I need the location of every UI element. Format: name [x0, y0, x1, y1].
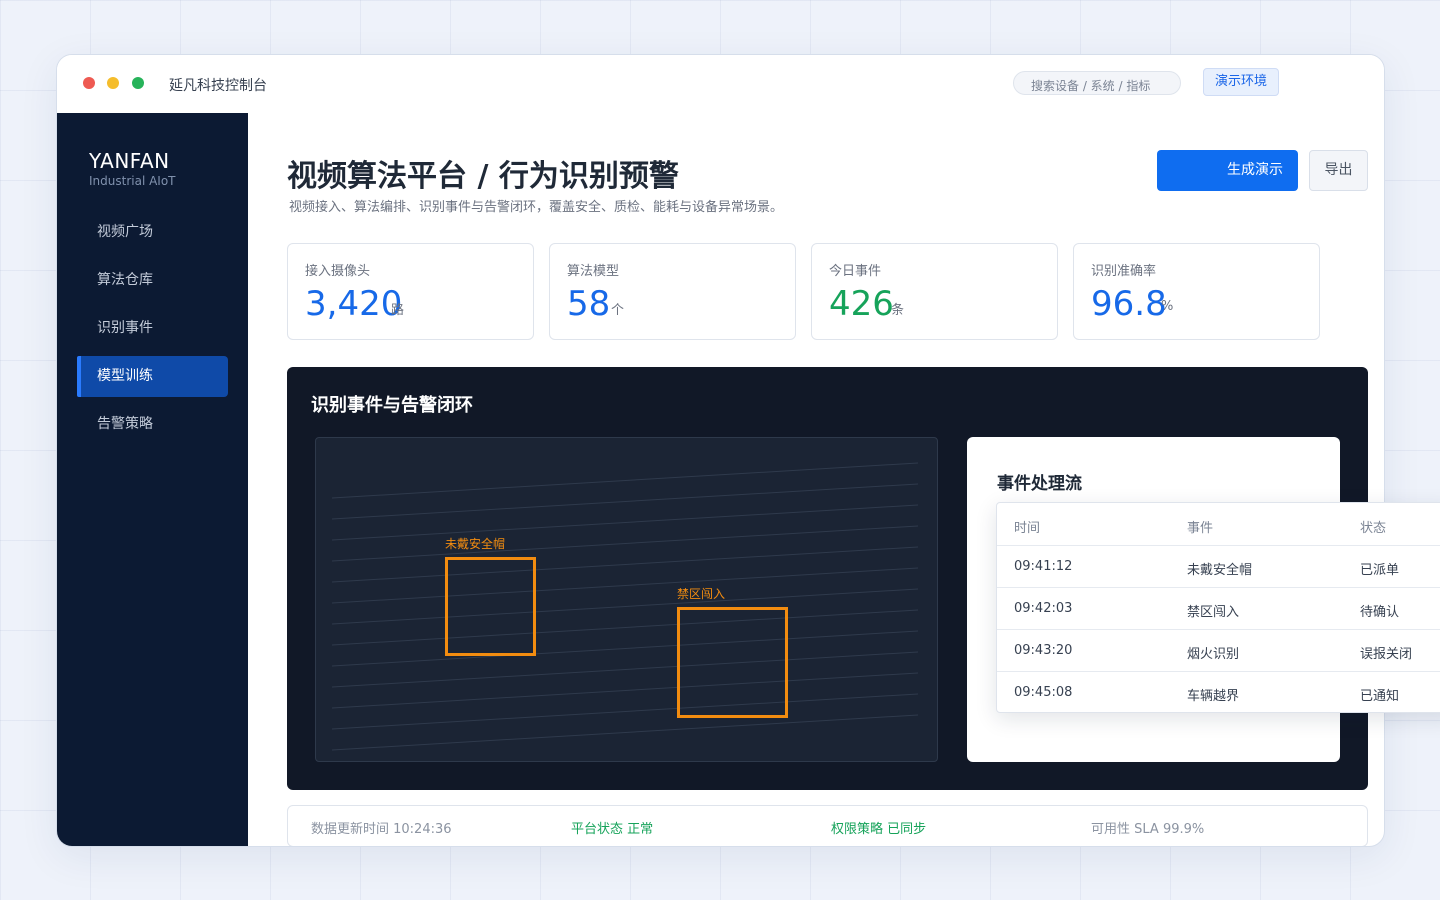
minimize-window-button[interactable] — [107, 77, 119, 89]
kpi-card-events: 今日事件 426 条 — [811, 243, 1058, 340]
table-row[interactable]: 09:43:20 烟火识别 误报关闭 — [997, 629, 1440, 671]
data-updated-time: 数据更新时间 10:24:36 — [311, 822, 452, 837]
video-preview[interactable]: 未戴安全帽 禁区闯入 — [315, 437, 938, 762]
kpi-label: 接入摄像头 — [305, 264, 371, 279]
maximize-window-button[interactable] — [132, 77, 144, 89]
cell-time: 09:41:12 — [1014, 559, 1073, 574]
kpi-value: 426 — [829, 284, 894, 324]
sidebar-item-model-training[interactable]: 模型训练 — [77, 356, 228, 397]
page-title: 视频算法平台 / 行为识别预警 — [287, 159, 679, 194]
sidebar-item-video-square[interactable]: 视频广场 — [77, 212, 228, 253]
title-bar: 延凡科技控制台 搜索设备 / 系统 / 指标 演示环境 — [57, 55, 1384, 113]
search-input[interactable]: 搜索设备 / 系统 / 指标 — [1013, 71, 1181, 95]
platform-status: 平台状态 正常 — [571, 822, 654, 837]
app-title: 延凡科技控制台 — [169, 78, 267, 94]
cell-event: 禁区闯入 — [1187, 605, 1240, 620]
status-footer: 数据更新时间 10:24:36 平台状态 正常 权限策略 已同步 可用性 SLA… — [287, 805, 1368, 846]
event-table: 时间 事件 状态 09:41:12 未戴安全帽 已派单 09:42:03 禁区闯… — [996, 502, 1440, 713]
kpi-card-models: 算法模型 58 个 — [549, 243, 796, 340]
table-row[interactable]: 09:45:08 车辆越界 已通知 — [997, 671, 1440, 712]
column-header-time: 时间 — [1014, 521, 1041, 536]
column-header-status: 状态 — [1360, 521, 1387, 536]
cell-time: 09:42:03 — [1014, 601, 1073, 616]
cell-status: 已派单 — [1360, 563, 1400, 578]
brand-subtitle: Industrial AIoT — [89, 174, 176, 188]
kpi-unit: % — [1161, 299, 1174, 314]
table-row[interactable]: 09:42:03 禁区闯入 待确认 — [997, 587, 1440, 629]
page-subtitle: 视频接入、算法编排、识别事件与告警闭环，覆盖安全、质检、能耗与设备异常场景。 — [289, 200, 784, 215]
cell-time: 09:45:08 — [1014, 685, 1073, 700]
kpi-unit: 条 — [891, 303, 905, 318]
close-window-button[interactable] — [83, 77, 95, 89]
kpi-label: 识别准确率 — [1091, 264, 1157, 279]
cell-status: 待确认 — [1360, 605, 1400, 620]
app-window: 延凡科技控制台 搜索设备 / 系统 / 指标 演示环境 YANFAN Indus… — [56, 54, 1385, 847]
kpi-value: 58 — [567, 284, 611, 324]
sidebar-item-alert-policy[interactable]: 告警策略 — [77, 404, 228, 445]
permission-status: 权限策略 已同步 — [831, 822, 927, 837]
kpi-card-cameras: 接入摄像头 3,420 路 — [287, 243, 534, 340]
detection-box-no-helmet[interactable] — [445, 557, 536, 656]
kpi-value: 3,420 — [305, 284, 403, 324]
generate-demo-button[interactable]: 生成演示 — [1157, 150, 1298, 191]
cell-status: 误报关闭 — [1360, 647, 1413, 662]
sla-status: 可用性 SLA 99.9% — [1091, 822, 1205, 837]
cell-time: 09:43:20 — [1014, 643, 1073, 658]
cell-event: 未戴安全帽 — [1187, 563, 1253, 578]
cell-event: 烟火识别 — [1187, 647, 1240, 662]
kpi-label: 今日事件 — [829, 264, 882, 279]
sidebar-item-algorithm-repo[interactable]: 算法仓库 — [77, 260, 228, 301]
event-flow-title: 事件处理流 — [997, 474, 1082, 494]
detection-label-no-helmet: 未戴安全帽 — [445, 537, 506, 551]
kpi-card-accuracy: 识别准确率 96.8 % — [1073, 243, 1320, 340]
kpi-unit: 路 — [391, 303, 405, 318]
column-header-event: 事件 — [1187, 521, 1214, 536]
kpi-unit: 个 — [611, 303, 625, 318]
scanline-overlay — [331, 462, 919, 751]
export-button[interactable]: 导出 — [1309, 150, 1368, 191]
cell-status: 已通知 — [1360, 689, 1400, 704]
kpi-label: 算法模型 — [567, 264, 620, 279]
kpi-value: 96.8 — [1091, 284, 1167, 324]
sidebar-item-recognition-events[interactable]: 识别事件 — [77, 308, 228, 349]
sidebar: YANFAN Industrial AIoT 视频广场 算法仓库 识别事件 模型… — [57, 113, 248, 846]
panel-title: 识别事件与告警闭环 — [311, 395, 473, 416]
detection-label-intrusion: 禁区闯入 — [677, 587, 726, 601]
environment-button[interactable]: 演示环境 — [1203, 68, 1279, 96]
brand-logo: YANFAN — [89, 149, 170, 173]
table-row[interactable]: 09:41:12 未戴安全帽 已派单 — [997, 545, 1440, 587]
cell-event: 车辆越界 — [1187, 689, 1240, 704]
detection-box-intrusion[interactable] — [677, 607, 788, 718]
